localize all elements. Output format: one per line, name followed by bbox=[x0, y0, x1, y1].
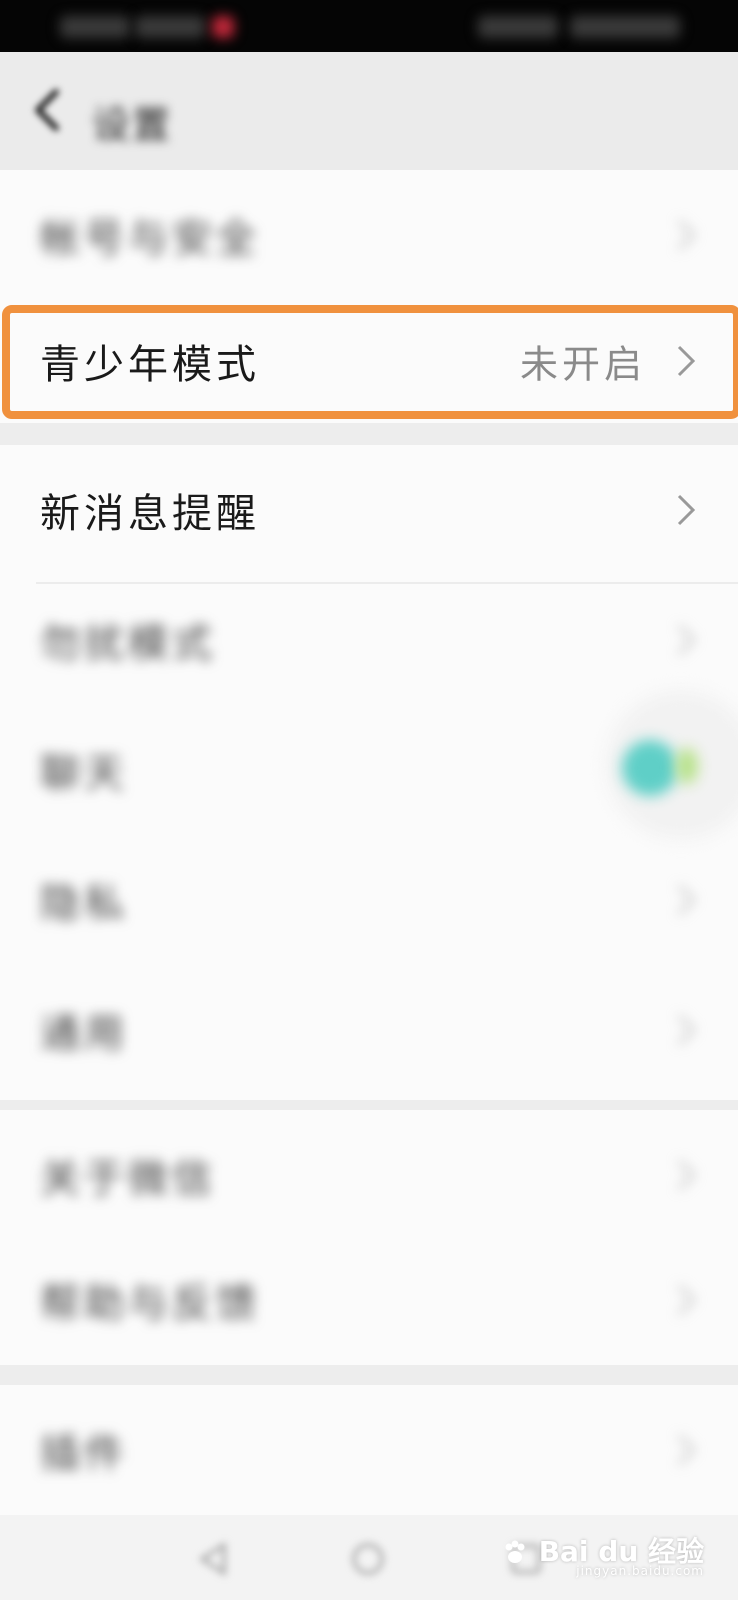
chevron-right-icon bbox=[677, 1159, 696, 1191]
settings-group-about: 关于微信 帮助与反馈 bbox=[0, 1110, 738, 1365]
settings-screen: 设置 帐号与安全 青少年模式 未开启 新消息提醒 勿扰模式 聊天 隐私 通用 关… bbox=[0, 0, 738, 1600]
notification-badge bbox=[212, 16, 234, 38]
paw-icon bbox=[505, 1540, 525, 1563]
settings-item-label: 聊天 bbox=[40, 751, 128, 797]
settings-item-label: 青少年模式 bbox=[40, 341, 260, 388]
chevron-left-icon[interactable] bbox=[30, 88, 66, 132]
settings-item-youth-mode[interactable]: 青少年模式 未开启 bbox=[0, 298, 738, 423]
chevron-right-icon bbox=[677, 624, 696, 656]
chevron-right-icon bbox=[677, 494, 696, 526]
floating-ball-icon bbox=[676, 748, 698, 784]
settings-item-label: 帐号与安全 bbox=[40, 216, 260, 262]
app-header: 设置 bbox=[0, 52, 738, 170]
status-bar bbox=[0, 0, 738, 52]
settings-item-label: 插件 bbox=[40, 1431, 128, 1477]
settings-item-about[interactable]: 关于微信 bbox=[0, 1110, 738, 1240]
settings-item-plugins[interactable]: 插件 bbox=[0, 1385, 738, 1515]
baidu-jingyan-watermark: Bai du 经验 jingyan.baidu.com bbox=[501, 1530, 704, 1578]
settings-item-label: 隐私 bbox=[40, 881, 128, 927]
settings-item-general[interactable]: 通用 bbox=[0, 965, 738, 1095]
settings-group-account: 帐号与安全 青少年模式 未开启 bbox=[0, 170, 738, 423]
youth-mode-status: 未开启 bbox=[519, 342, 646, 386]
settings-item-new-message-alerts[interactable]: 新消息提醒 bbox=[0, 445, 738, 575]
settings-item-account-security[interactable]: 帐号与安全 bbox=[0, 170, 738, 300]
settings-item-label: 帮助与反馈 bbox=[40, 1281, 260, 1327]
chevron-right-icon bbox=[677, 219, 696, 251]
floating-ball-icon bbox=[622, 740, 678, 796]
settings-item-label: 勿扰模式 bbox=[40, 621, 216, 667]
chevron-right-icon bbox=[677, 884, 696, 916]
back-icon[interactable] bbox=[194, 1539, 234, 1579]
notification-icons bbox=[60, 16, 130, 38]
settings-item-help-feedback[interactable]: 帮助与反馈 bbox=[0, 1235, 738, 1365]
chevron-right-icon bbox=[677, 1284, 696, 1316]
home-icon[interactable] bbox=[348, 1539, 388, 1579]
watermark-url: jingyan.baidu.com bbox=[576, 1564, 704, 1578]
signal-icon bbox=[478, 16, 558, 38]
chevron-right-icon bbox=[677, 345, 696, 376]
page-title: 设置 bbox=[92, 103, 173, 147]
settings-item-do-not-disturb[interactable]: 勿扰模式 bbox=[0, 575, 738, 705]
settings-item-label: 新消息提醒 bbox=[40, 491, 260, 537]
notification-icons bbox=[135, 16, 205, 38]
settings-group-plugins: 插件 bbox=[0, 1385, 738, 1515]
chevron-right-icon bbox=[677, 1014, 696, 1046]
settings-item-label: 关于微信 bbox=[40, 1156, 216, 1202]
settings-item-label: 通用 bbox=[40, 1011, 128, 1057]
battery-icon bbox=[570, 16, 680, 38]
chevron-right-icon bbox=[677, 1434, 696, 1466]
settings-item-privacy[interactable]: 隐私 bbox=[0, 835, 738, 965]
